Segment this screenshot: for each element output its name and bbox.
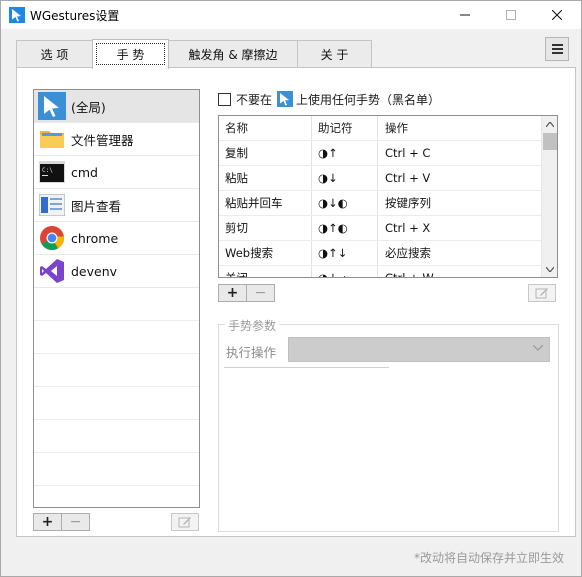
settings-window: WGestures设置 选 项 手 势 触发角 & 摩擦边 关 于 (全局) 文… — [0, 0, 582, 577]
table-cell-action[interactable]: 必应搜索 — [385, 240, 431, 265]
blacklist-prefix: 不要在 — [236, 92, 273, 107]
tab-about[interactable]: 关 于 — [297, 40, 372, 67]
edit-icon — [178, 517, 191, 528]
folder-icon — [38, 125, 66, 153]
app-logo-icon — [9, 7, 25, 23]
table-cell-mnemonic[interactable]: ◑↓◐ — [318, 190, 348, 215]
gesture-table[interactable]: 名称 助记符 操作 复制 ◑↑ Ctrl + C 粘贴 ◑↓ Ctrl + V … — [218, 115, 558, 278]
close-icon — [552, 10, 562, 20]
cursor-icon — [277, 91, 294, 107]
minimize-icon — [460, 14, 470, 16]
scroll-up-icon[interactable] — [542, 116, 557, 132]
table-cell-action[interactable]: Ctrl + V — [385, 165, 430, 190]
edit-app-button[interactable] — [171, 513, 199, 531]
list-item-image-viewer[interactable]: 图片查看 — [34, 189, 199, 222]
empty-row — [34, 387, 199, 420]
chevron-down-icon — [533, 345, 543, 351]
divider — [224, 367, 389, 368]
table-cell-mnemonic[interactable]: ◑↑◐ — [318, 215, 348, 240]
tab-bar: 选 项 手 势 触发角 & 摩擦边 关 于 — [16, 39, 576, 69]
app-label: 文件管理器 — [71, 132, 134, 148]
edit-icon — [535, 288, 548, 299]
remove-gesture-button[interactable]: − — [246, 284, 275, 302]
app-label: cmd — [71, 164, 98, 180]
scroll-down-icon[interactable] — [542, 261, 557, 277]
app-list[interactable]: (全局) 文件管理器 C:\ cmd 图片查看 chrome devenv — [33, 89, 200, 508]
blacklist-suffix: 上使用任何手势（黑名单） — [296, 92, 441, 107]
scroll-thumb[interactable] — [543, 133, 557, 150]
list-item-cmd[interactable]: C:\ cmd — [34, 156, 199, 189]
close-button[interactable] — [534, 1, 580, 29]
title-bar: WGestures设置 — [1, 1, 581, 29]
gesture-params-legend: 手势参数 — [225, 317, 280, 334]
column-header-name[interactable]: 名称 — [225, 116, 248, 140]
remove-app-button[interactable]: − — [61, 513, 90, 531]
table-cell-action[interactable]: Ctrl + W — [385, 265, 434, 278]
table-cell-name[interactable]: 关闭 — [225, 265, 248, 278]
list-item-chrome[interactable]: chrome — [34, 222, 199, 255]
menu-button[interactable] — [545, 37, 569, 61]
column-header-action[interactable]: 操作 — [385, 116, 408, 140]
exec-action-select[interactable] — [288, 337, 550, 362]
empty-row — [34, 453, 199, 486]
visual-studio-icon — [38, 257, 66, 285]
empty-row — [34, 420, 199, 453]
tab-gestures[interactable]: 手 势 — [92, 39, 169, 69]
window-title: WGestures设置 — [30, 9, 120, 23]
add-app-button[interactable]: + — [33, 513, 62, 531]
empty-row — [34, 321, 199, 354]
hamburger-icon — [551, 44, 563, 46]
tab-label: 关 于 — [320, 47, 349, 62]
list-item-devenv[interactable]: devenv — [34, 255, 199, 288]
table-cell-name[interactable]: 复制 — [225, 140, 248, 165]
table-cell-mnemonic[interactable]: ◑↑ — [318, 140, 338, 165]
terminal-icon: C:\ — [38, 158, 66, 186]
table-cell-mnemonic[interactable]: ◑↓→ — [318, 265, 347, 278]
maximize-icon — [506, 10, 516, 20]
cursor-icon — [38, 92, 66, 120]
table-cell-mnemonic[interactable]: ◑↓ — [318, 165, 338, 190]
app-label: chrome — [71, 230, 119, 246]
image-viewer-icon — [38, 191, 66, 219]
table-cell-action[interactable]: Ctrl + X — [385, 215, 430, 240]
chrome-icon — [38, 224, 66, 252]
table-cell-mnemonic[interactable]: ◑↑↓ — [318, 240, 347, 265]
table-cell-action[interactable]: Ctrl + C — [385, 140, 430, 165]
empty-row — [34, 288, 199, 321]
autosave-note: *改动将自动保存并立即生效 — [414, 551, 565, 565]
add-gesture-button[interactable]: + — [218, 284, 247, 302]
maximize-button[interactable] — [488, 1, 534, 29]
empty-row — [34, 354, 199, 387]
list-item-file-manager[interactable]: 文件管理器 — [34, 123, 199, 156]
svg-text:C:\: C:\ — [42, 167, 53, 174]
vertical-scrollbar[interactable] — [541, 116, 557, 277]
list-item-global[interactable]: (全局) — [34, 90, 199, 123]
tab-label: 触发角 & 摩擦边 — [188, 47, 278, 62]
tab-options[interactable]: 选 项 — [16, 40, 93, 67]
app-label: 图片查看 — [71, 198, 122, 214]
minimize-button[interactable] — [442, 1, 488, 29]
blacklist-checkbox[interactable] — [218, 92, 231, 106]
table-cell-name[interactable]: 粘贴并回车 — [225, 190, 283, 215]
table-cell-name[interactable]: Web搜索 — [225, 240, 273, 265]
table-cell-name[interactable]: 剪切 — [225, 215, 248, 240]
tab-hot-corners[interactable]: 触发角 & 摩擦边 — [168, 40, 298, 67]
edit-gesture-button[interactable] — [528, 284, 556, 302]
app-label: devenv — [71, 263, 118, 279]
column-header-mnemonic[interactable]: 助记符 — [318, 116, 353, 140]
table-cell-action[interactable]: 按键序列 — [385, 190, 431, 215]
tab-label: 选 项 — [40, 47, 69, 62]
app-label: (全局) — [71, 99, 106, 115]
blacklist-option[interactable]: 不要在 上使用任何手势（黑名单） — [218, 91, 440, 107]
table-cell-name[interactable]: 粘贴 — [225, 165, 248, 190]
exec-action-label: 执行操作 — [226, 345, 277, 360]
